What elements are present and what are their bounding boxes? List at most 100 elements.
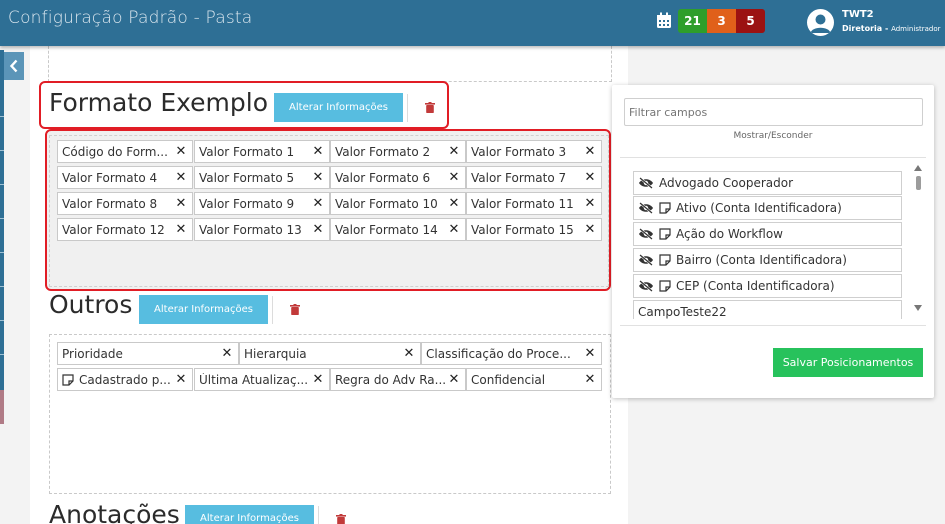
trash-icon[interactable] [425, 102, 435, 113]
eye-slash-icon[interactable] [638, 280, 654, 292]
note-icon [659, 228, 671, 240]
filter-fields-input[interactable] [624, 98, 923, 126]
close-icon[interactable]: ✕ [310, 144, 326, 159]
close-icon[interactable]: ✕ [310, 222, 326, 237]
close-icon[interactable]: ✕ [310, 196, 326, 211]
user-name[interactable]: TWT2 [842, 9, 874, 20]
close-icon[interactable]: ✕ [446, 144, 462, 159]
eye-slash-icon[interactable] [638, 177, 654, 189]
field-label: Última Atualizaç... [199, 372, 309, 387]
back-button[interactable] [4, 52, 24, 80]
close-icon[interactable]: ✕ [173, 196, 189, 211]
list-item[interactable]: CEP (Conta Identificadora) [633, 274, 902, 298]
note-icon [62, 373, 74, 386]
field-chip[interactable]: Valor Formato 1 ✕ [194, 140, 330, 163]
close-icon[interactable]: ✕ [173, 170, 189, 185]
field-chip[interactable]: Valor Formato 12 ✕ [57, 218, 193, 241]
alterar-informacoes-button[interactable]: Alterar Informações [139, 295, 268, 324]
eye-slash-icon[interactable] [638, 228, 654, 240]
field-chip[interactable]: Última Atualizaç... ✕ [194, 368, 330, 391]
close-icon[interactable]: ✕ [446, 170, 462, 185]
user-role: Diretoria - Administrador [842, 24, 941, 33]
close-icon[interactable]: ✕ [446, 222, 462, 237]
list-item[interactable]: Ativo (Conta Identificadora) [633, 196, 902, 220]
field-label: Valor Formato 3 [471, 144, 567, 159]
avatar[interactable] [807, 9, 834, 36]
trash-icon[interactable] [336, 514, 346, 524]
calendar-icon[interactable] [656, 12, 672, 29]
field-chip[interactable]: Confidencial ✕ [466, 368, 602, 391]
field-chip[interactable]: Valor Formato 2 ✕ [330, 140, 466, 163]
alterar-informacoes-button[interactable]: Alterar Informações [185, 505, 314, 524]
close-icon[interactable]: ✕ [173, 372, 189, 387]
close-icon[interactable]: ✕ [310, 372, 326, 387]
close-icon[interactable]: ✕ [582, 346, 598, 361]
side-rail [0, 50, 4, 424]
badge-overdue[interactable]: 5 [736, 9, 765, 33]
field-chip[interactable]: Valor Formato 6 ✕ [330, 166, 466, 189]
close-icon[interactable]: ✕ [582, 372, 598, 387]
list-item[interactable]: CampoTeste22 [633, 300, 902, 319]
list-item-label: Ação do Workflow [676, 227, 783, 241]
badge-due-today[interactable]: 3 [707, 9, 736, 33]
close-icon[interactable]: ✕ [582, 144, 598, 159]
field-chip[interactable]: Valor Formato 3 ✕ [466, 140, 602, 163]
list-item[interactable]: Advogado Cooperador [633, 171, 902, 195]
list-item[interactable]: Bairro (Conta Identificadora) [633, 248, 902, 272]
field-chip[interactable]: Valor Formato 13 ✕ [194, 218, 330, 241]
badge-on-time[interactable]: 21 [678, 9, 707, 33]
field-label: Valor Formato 2 [335, 144, 431, 159]
close-icon[interactable]: ✕ [401, 346, 417, 361]
field-label: Valor Formato 9 [199, 196, 295, 211]
page-title: Configuração Padrão - Pasta [8, 8, 253, 28]
close-icon[interactable]: ✕ [446, 372, 462, 387]
field-chip[interactable]: Valor Formato 11 ✕ [466, 192, 602, 215]
close-icon[interactable]: ✕ [173, 222, 189, 237]
chevron-left-icon [9, 59, 18, 73]
app-header: Configuração Padrão - Pasta 21 3 5 TWT2 … [0, 0, 945, 46]
field-chip[interactable]: Prioridade ✕ [57, 342, 239, 365]
section-title-formato-exemplo: Formato Exemplo [49, 88, 269, 117]
divider [272, 296, 273, 324]
field-chip[interactable]: Valor Formato 7 ✕ [466, 166, 602, 189]
field-chip[interactable]: Cadastrado p... ✕ [57, 368, 193, 391]
show-hide-label[interactable]: Mostrar/Esconder [612, 131, 934, 141]
list-item-label: Advogado Cooperador [659, 176, 794, 190]
close-icon[interactable]: ✕ [582, 222, 598, 237]
rail-divider [0, 354, 4, 355]
trash-icon[interactable] [290, 304, 300, 315]
field-chip[interactable]: Código do Form... ✕ [57, 140, 193, 163]
alterar-informacoes-button[interactable]: Alterar Informações [274, 93, 403, 122]
scroll-up-icon[interactable] [914, 165, 922, 171]
divider [407, 94, 408, 122]
rail-divider [0, 252, 4, 253]
close-icon[interactable]: ✕ [446, 196, 462, 211]
field-chip[interactable]: Valor Formato 9 ✕ [194, 192, 330, 215]
available-fields-list: Advogado Cooperador Ativo (Conta Identif… [633, 171, 902, 319]
eye-slash-icon[interactable] [638, 254, 654, 266]
field-label: Hierarquia [244, 346, 307, 361]
field-label: Valor Formato 11 [471, 196, 574, 211]
scroll-down-icon[interactable] [914, 305, 922, 311]
rail-divider [0, 116, 4, 117]
field-chip[interactable]: Valor Formato 8 ✕ [57, 192, 193, 215]
close-icon[interactable]: ✕ [582, 170, 598, 185]
field-chip[interactable]: Classificação do Proce... ✕ [421, 342, 602, 365]
field-chip[interactable]: Regra do Adv Ra... ✕ [330, 368, 466, 391]
close-icon[interactable]: ✕ [173, 144, 189, 159]
field-chip[interactable]: Valor Formato 10 ✕ [330, 192, 466, 215]
scrollbar-thumb[interactable] [916, 176, 921, 190]
close-icon[interactable]: ✕ [310, 170, 326, 185]
field-label: Valor Formato 6 [335, 170, 431, 185]
field-label: Regra do Adv Ra... [335, 372, 446, 387]
close-icon[interactable]: ✕ [219, 346, 235, 361]
field-chip[interactable]: Valor Formato 15 ✕ [466, 218, 602, 241]
field-chip[interactable]: Valor Formato 5 ✕ [194, 166, 330, 189]
field-chip[interactable]: Hierarquia ✕ [239, 342, 421, 365]
save-positions-button[interactable]: Salvar Posicionamentos [773, 348, 923, 377]
list-item[interactable]: Ação do Workflow [633, 222, 902, 246]
field-chip[interactable]: Valor Formato 14 ✕ [330, 218, 466, 241]
eye-slash-icon[interactable] [638, 202, 654, 214]
field-chip[interactable]: Valor Formato 4 ✕ [57, 166, 193, 189]
close-icon[interactable]: ✕ [582, 196, 598, 211]
